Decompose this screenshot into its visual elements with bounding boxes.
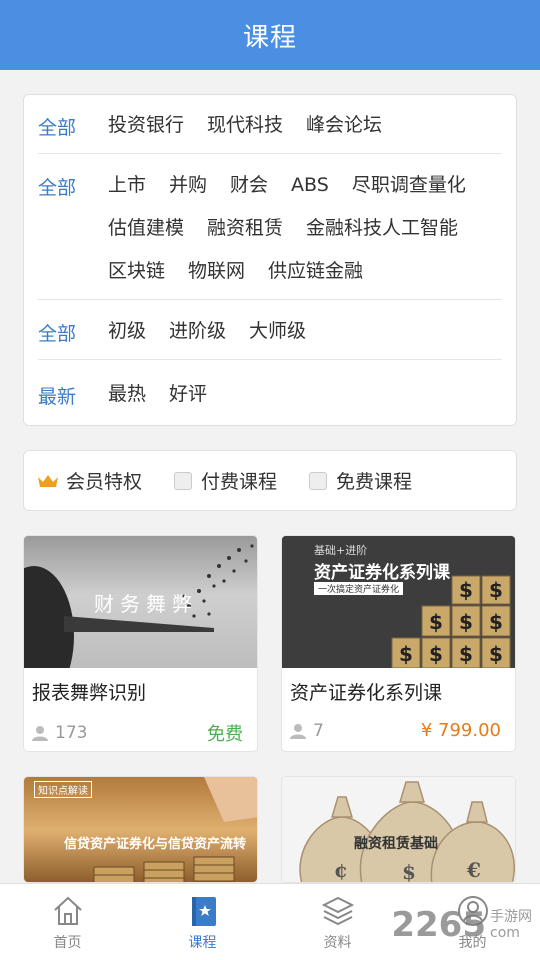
filter-row-level: 全部 初级 进阶级 大师级: [38, 319, 502, 362]
svg-text:$: $: [489, 578, 503, 602]
svg-text:$: $: [489, 642, 503, 666]
tab-course-label: 课程: [188, 935, 217, 951]
person-icon: [32, 726, 48, 741]
course-card[interactable]: 知识点解读 信贷资产证券化与信贷资产流转: [23, 776, 258, 883]
money-bags-illustration: $ ¢ €: [299, 781, 515, 883]
filter-option[interactable]: 量化: [428, 173, 466, 216]
filter-option[interactable]: 并购: [169, 173, 207, 216]
filter-all-level[interactable]: 全部: [38, 319, 108, 362]
filter-option[interactable]: 进阶级: [169, 319, 226, 362]
learner-number: 7: [313, 720, 324, 741]
free-course-checkbox[interactable]: 免费课程: [309, 467, 412, 494]
filter-all-category[interactable]: 全部: [38, 113, 108, 156]
tab-materials-label: 资料: [323, 935, 352, 951]
course-card[interactable]: $ $ $ $ $ $ $ $ $ 基础+进阶 资产证券化系列课 一次搞定资产证券化 资产证…: [281, 535, 516, 752]
thumbnail-caption: 财务舞弊: [94, 592, 198, 616]
filter-option[interactable]: 估值建模: [108, 216, 184, 259]
paid-label: 付费课程: [201, 471, 278, 493]
layers-icon: [321, 896, 354, 926]
sort-option[interactable]: 最热: [108, 382, 146, 425]
filter-row-category: 全部 投资银行 现代科技 峰会论坛: [38, 113, 502, 156]
app-header: 课程: [0, 0, 540, 70]
filter-option[interactable]: 投资银行: [108, 113, 184, 156]
user-icon: [457, 896, 488, 926]
svg-text:$: $: [429, 610, 443, 634]
thumbnail-subcaption: 一次搞定资产证券化: [314, 582, 404, 595]
member-filter-bar: 会员特权 付费课程 免费课程: [23, 450, 517, 511]
course-card[interactable]: 财务舞弊 报表舞弊识别 173 免费: [23, 535, 258, 752]
filter-option[interactable]: ABS: [291, 173, 329, 216]
bottom-tab-bar: 首页 课程 资料 我的: [0, 883, 540, 960]
course-thumbnail: 财务舞弊: [24, 536, 257, 668]
course-thumbnail: $ $ $ $ $ $ $ $ $ 基础+进阶 资产证券化系列课 一次搞定资产证券化: [282, 536, 515, 668]
svg-text:$: $: [402, 860, 416, 883]
filter-option[interactable]: 人工智能: [382, 216, 458, 259]
tab-course[interactable]: 课程: [135, 884, 270, 960]
svg-text:$: $: [429, 642, 443, 666]
filter-option[interactable]: 物联网: [188, 259, 245, 302]
filter-row-topic: 全部 上市 并购 财会 ABS 尽职调查 量化 估值建模 融资租赁 金融科技 人…: [38, 173, 502, 302]
course-title: 报表舞弊识别: [32, 682, 147, 704]
page-title: 课程: [242, 22, 297, 53]
thumbnail-caption: 信贷资产证券化与信贷资产流转: [64, 837, 247, 852]
course-price: ¥ 799.00: [420, 720, 501, 741]
learner-count: 173: [32, 723, 87, 743]
home-icon: [53, 896, 82, 925]
filter-option[interactable]: 大师级: [249, 319, 306, 362]
tab-materials[interactable]: 资料: [270, 884, 405, 960]
svg-text:$: $: [399, 642, 413, 666]
filter-option[interactable]: 融资租赁: [207, 216, 283, 259]
tab-home-label: 首页: [53, 935, 82, 951]
vip-label: 会员特权: [66, 471, 143, 493]
filter-option[interactable]: 尽职调查: [352, 173, 428, 216]
divider: [38, 359, 502, 360]
filter-option[interactable]: 财会: [230, 173, 268, 216]
svg-text:$: $: [459, 578, 473, 602]
filter-panel: 全部 投资银行 现代科技 峰会论坛 全部 上市 并购 财会 ABS 尽职调查 量…: [23, 94, 517, 426]
learner-count: 7: [290, 721, 324, 741]
thumbnail-caption: 资产证券化系列课: [314, 563, 450, 583]
checkbox-icon[interactable]: [309, 471, 328, 490]
course-title: 资产证券化系列课: [290, 682, 443, 704]
vip-privilege[interactable]: 会员特权: [37, 467, 142, 494]
crown-icon: [38, 474, 58, 487]
filter-option[interactable]: 上市: [108, 173, 146, 216]
paid-course-checkbox[interactable]: 付费课程: [174, 467, 277, 494]
tab-mine-label: 我的: [458, 935, 487, 951]
course-thumbnail: $ ¢ € 融资租赁基础: [282, 777, 515, 883]
course-price: 免费: [207, 724, 243, 745]
sort-option[interactable]: 好评: [169, 382, 207, 425]
filter-option[interactable]: 区块链: [108, 259, 165, 302]
checkbox-icon[interactable]: [174, 471, 193, 490]
filter-option[interactable]: 峰会论坛: [306, 113, 382, 156]
svg-text:€: €: [466, 858, 481, 882]
filter-all-topic[interactable]: 全部: [38, 173, 108, 302]
filter-option[interactable]: 供应链金融: [268, 259, 363, 302]
person-icon: [290, 723, 306, 739]
thumbnail-caption: 融资租赁基础: [354, 836, 438, 852]
svg-text:$: $: [459, 610, 473, 634]
svg-text:$: $: [459, 642, 473, 666]
divider: [38, 299, 502, 300]
filter-option[interactable]: 初级: [108, 319, 146, 362]
filter-option[interactable]: 现代科技: [207, 113, 283, 156]
book-star-icon: [191, 897, 216, 926]
free-label: 免费课程: [336, 471, 413, 493]
thumbnail-tag: 知识点解读: [34, 781, 92, 798]
learner-number: 173: [55, 723, 88, 743]
filter-row-sort: 最新 最热 好评: [38, 382, 502, 425]
course-thumbnail: 知识点解读 信贷资产证券化与信贷资产流转: [24, 777, 257, 882]
tab-home[interactable]: 首页: [0, 884, 135, 960]
tab-mine[interactable]: 我的: [405, 884, 540, 960]
filter-option[interactable]: 金融科技: [306, 216, 382, 259]
svg-text:$: $: [489, 610, 503, 634]
sort-newest[interactable]: 最新: [38, 382, 108, 425]
course-card[interactable]: $ ¢ € 融资租赁基础: [281, 776, 516, 883]
divider: [38, 153, 502, 154]
thumbnail-tag: 基础+进阶: [314, 544, 368, 557]
svg-text:¢: ¢: [334, 858, 348, 882]
